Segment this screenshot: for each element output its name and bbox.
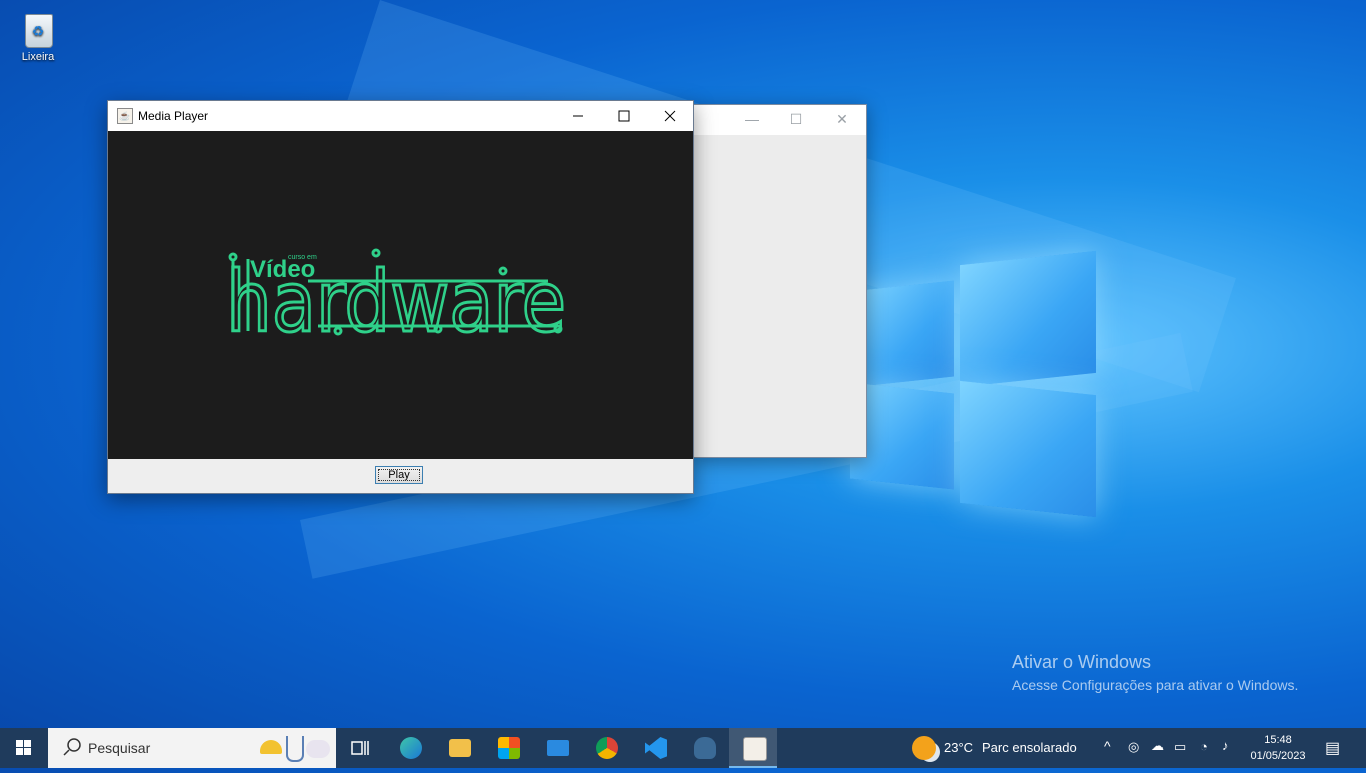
taskbar-store[interactable] xyxy=(484,728,532,768)
clock-date: 01/05/2023 xyxy=(1250,750,1306,762)
minimize-icon xyxy=(573,115,583,117)
background-window-titlebar: — ☐ ✕ xyxy=(693,105,866,135)
onedrive-icon[interactable]: ☁ xyxy=(1151,738,1164,754)
taskbar-chrome[interactable] xyxy=(582,728,630,768)
battery-icon[interactable]: ▭ xyxy=(1174,739,1186,755)
close-icon xyxy=(664,110,676,122)
taskbar-edge[interactable] xyxy=(386,728,434,768)
window-titlebar: ☕ Media Player xyxy=(108,101,693,131)
recycle-bin-icon: ♻ xyxy=(21,8,55,48)
weather-icon[interactable] xyxy=(912,736,936,760)
search-icon xyxy=(63,738,81,756)
recycle-bin-shortcut[interactable]: ♻ Lixeira xyxy=(12,8,64,63)
watermark-subtitle: Acesse Configurações para ativar o Windo… xyxy=(1012,677,1299,693)
search-placeholder: Pesquisar xyxy=(88,740,151,756)
play-button[interactable]: Play xyxy=(375,466,423,484)
logo-pane xyxy=(960,380,1096,518)
edge-icon xyxy=(400,737,422,759)
weather-desc[interactable]: Parc ensolarado xyxy=(982,740,1077,755)
logo-main-text: hardware xyxy=(226,253,566,351)
recycle-bin-label: Lixeira xyxy=(21,51,55,63)
taskbar-java[interactable] xyxy=(729,728,777,768)
clock[interactable]: 15:48 01/05/2023 xyxy=(1240,732,1316,764)
store-icon xyxy=(498,737,520,759)
windows-logo-wallpaper xyxy=(850,250,1096,518)
media-player-window[interactable]: ☕ Media Player Vídeo curso em hardware P… xyxy=(107,100,694,494)
close-icon[interactable]: ✕ xyxy=(827,111,857,129)
maximize-icon xyxy=(618,110,630,122)
background-window[interactable]: — ☐ ✕ xyxy=(692,104,867,458)
task-view-button[interactable] xyxy=(336,728,384,768)
activation-watermark: Ativar o Windows Acesse Configurações pa… xyxy=(1012,652,1298,693)
window-title: Media Player xyxy=(138,109,209,123)
video-frame: Vídeo curso em hardware xyxy=(225,248,568,353)
start-button[interactable] xyxy=(0,728,48,768)
mail-icon xyxy=(547,740,569,756)
folder-icon xyxy=(449,739,471,757)
weather-temp[interactable]: 23°C xyxy=(944,740,973,755)
logo-pane xyxy=(960,250,1096,388)
vscode-icon xyxy=(645,737,667,759)
taskbar-file-explorer[interactable] xyxy=(435,728,483,768)
volume-icon[interactable]: ♪ xyxy=(1222,738,1229,753)
maximize-button[interactable] xyxy=(601,101,647,131)
task-view-icon xyxy=(351,741,369,755)
java-icon xyxy=(743,737,767,761)
meet-now-icon[interactable]: ◎ xyxy=(1128,739,1139,755)
search-highlight-icon xyxy=(258,736,332,762)
control-bar: Play xyxy=(108,459,693,493)
maximize-icon[interactable]: ☐ xyxy=(781,111,811,129)
java-icon: ☕ xyxy=(117,108,133,124)
close-button[interactable] xyxy=(647,101,693,131)
wifi-icon[interactable]: ◔ xyxy=(1200,739,1208,754)
search-box[interactable]: Pesquisar xyxy=(48,728,336,768)
video-area[interactable]: Vídeo curso em hardware xyxy=(108,131,693,459)
watermark-title: Ativar o Windows xyxy=(1012,652,1152,672)
clock-time: 15:48 xyxy=(1264,734,1292,746)
taskbar: Pesquisar 23°C Parc ensolarado ^ ◎ ☁ ▭ ◔… xyxy=(0,728,1366,768)
windows-start-icon xyxy=(16,740,31,755)
chevron-up-icon[interactable]: ^ xyxy=(1104,738,1111,754)
postgresql-icon xyxy=(694,737,716,759)
taskbar-mail[interactable] xyxy=(533,728,581,768)
minimize-button[interactable] xyxy=(555,101,601,131)
taskbar-postgresql[interactable] xyxy=(680,728,728,768)
chrome-icon xyxy=(596,737,618,759)
minimize-icon[interactable]: — xyxy=(737,111,767,129)
notifications-icon[interactable]: ▤ xyxy=(1325,738,1340,758)
taskbar-vscode[interactable] xyxy=(631,728,679,768)
